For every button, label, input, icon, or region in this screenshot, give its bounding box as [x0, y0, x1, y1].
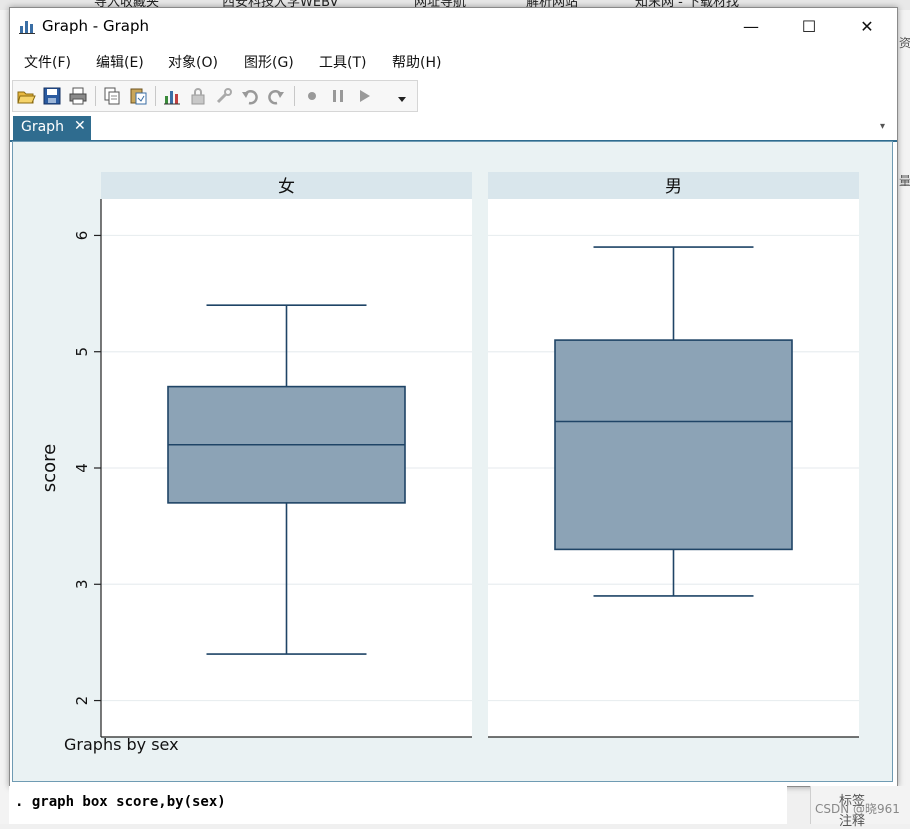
y-axis-title: score: [39, 444, 60, 492]
print-icon[interactable]: [68, 86, 88, 106]
y-tick-label: 6: [73, 231, 91, 241]
watermark-text: CSDN @晓961: [815, 802, 900, 816]
menu-edit[interactable]: 编辑(E): [96, 52, 144, 72]
menu-help[interactable]: 帮助(H): [392, 52, 441, 72]
title-bar[interactable]: Graph - Graph — ☐ ✕: [10, 8, 897, 44]
window-title: Graph - Graph: [42, 17, 149, 35]
background-right-panel: 资 量: [896, 10, 910, 824]
undo-icon[interactable]: [240, 86, 260, 106]
menu-graph[interactable]: 图形(G): [244, 52, 294, 72]
toolbar-separator: [95, 86, 96, 106]
paste-icon[interactable]: [128, 86, 148, 106]
dropdown-icon[interactable]: [397, 94, 407, 104]
graph-editor-icon[interactable]: [162, 86, 182, 106]
tab-graph-label: Graph: [21, 119, 64, 135]
copy-icon[interactable]: [102, 86, 122, 106]
background-right-label: 资: [899, 36, 910, 50]
tool-icon[interactable]: [214, 86, 234, 106]
y-tick-label: 4: [73, 463, 91, 473]
toolbar: [12, 80, 418, 112]
redo-icon[interactable]: [266, 86, 286, 106]
toolbar-separator: [294, 86, 295, 106]
y-tick-label: 3: [73, 580, 91, 590]
graph-window: Graph - Graph — ☐ ✕ 文件(F) 编辑(E) 对象(O) 图形…: [9, 7, 898, 787]
panel-label: 男: [665, 177, 682, 197]
pause-icon[interactable]: [328, 86, 348, 106]
menu-tools[interactable]: 工具(T): [319, 52, 366, 72]
toolbar-separator: [155, 86, 156, 106]
graph-app-icon: [19, 21, 35, 34]
maximize-button[interactable]: ☐: [780, 8, 838, 44]
record-icon[interactable]: [302, 86, 322, 106]
lock-icon[interactable]: [188, 86, 208, 106]
box-iqr: [554, 339, 793, 551]
command-output: . graph box score,by(sex): [9, 786, 787, 824]
background-right-label: 量: [899, 174, 910, 188]
menu-file[interactable]: 文件(F): [24, 52, 71, 72]
command-text: . graph box score,by(sex): [15, 794, 226, 810]
menu-object[interactable]: 对象(O): [168, 52, 218, 72]
open-icon[interactable]: [16, 86, 36, 106]
tab-list-dropdown-icon[interactable]: ▾: [880, 121, 885, 132]
box-plot-chart: 女 男 2 3 4 5 6 score Graphs by sex: [39, 172, 859, 754]
document-tab-strip: Graph ✕ ▾: [10, 116, 897, 142]
graph-canvas: 女 男 2 3 4 5 6 score Graphs by sex: [12, 141, 893, 782]
panel-label: 女: [278, 177, 295, 197]
save-icon[interactable]: [42, 86, 62, 106]
y-tick-label: 5: [73, 347, 91, 357]
tab-graph[interactable]: Graph ✕: [13, 116, 91, 140]
play-icon[interactable]: [354, 86, 374, 106]
tab-close-icon[interactable]: ✕: [74, 118, 86, 134]
menu-bar: 文件(F) 编辑(E) 对象(O) 图形(G) 工具(T) 帮助(H): [10, 52, 897, 76]
close-button[interactable]: ✕: [838, 8, 896, 44]
chart-note: Graphs by sex: [64, 735, 179, 754]
y-tick-label: 2: [73, 696, 91, 706]
minimize-button[interactable]: —: [722, 8, 780, 44]
